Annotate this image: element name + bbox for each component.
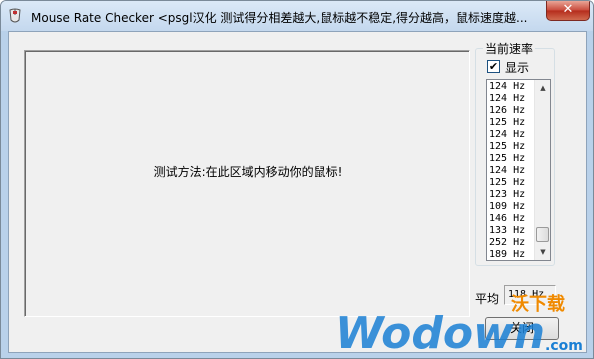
rate-list-item[interactable]: 124 Hz [489, 129, 535, 141]
rate-list-item[interactable]: 125 Hz [489, 117, 535, 129]
rate-list-item[interactable]: 189 Hz [489, 249, 535, 260]
test-instruction: 测试方法:在此区域内移动你的鼠标! [153, 165, 343, 179]
rate-list-item[interactable]: 124 Hz [489, 93, 535, 105]
rate-list-item[interactable]: 123 Hz [489, 189, 535, 201]
rate-list-item[interactable]: 252 Hz [489, 237, 535, 249]
show-checkbox[interactable]: ✔ [487, 60, 500, 73]
show-checkbox-label[interactable]: 显示 [505, 59, 529, 76]
rate-list-item[interactable]: 125 Hz [489, 177, 535, 189]
title-bar[interactable]: Mouse Rate Checker <psgl汉化 测试得分相差越大,鼠标越不… [1, 1, 593, 31]
rate-list-item[interactable]: 126 Hz [489, 105, 535, 117]
rate-list-scrollbar[interactable]: ▲ ▼ [534, 80, 550, 260]
rate-group-label: 当前速率 [483, 42, 536, 56]
watermark-suffix: .com [545, 338, 583, 354]
rate-list-item[interactable]: 109 Hz [489, 201, 535, 213]
scroll-thumb[interactable] [536, 227, 549, 242]
window-close-button[interactable]: ✕ [546, 1, 590, 21]
app-window: Mouse Rate Checker <psgl汉化 测试得分相差越大,鼠标越不… [0, 0, 594, 359]
watermark-brand: Wodown [335, 308, 545, 356]
rate-list-item[interactable]: 133 Hz [489, 225, 535, 237]
rate-list-items: 124 Hz 124 Hz 126 Hz 125 Hz 124 Hz 125 Hz 125 … [489, 81, 535, 260]
scroll-up-icon[interactable]: ▲ [535, 80, 550, 96]
rate-list-item[interactable]: 146 Hz [489, 213, 535, 225]
rate-list-item[interactable]: 124 Hz [489, 81, 535, 93]
rate-list-item[interactable]: 124 Hz [489, 165, 535, 177]
mouse-test-area[interactable]: 测试方法:在此区域内移动你的鼠标! [24, 50, 470, 317]
rate-list-item[interactable]: 125 Hz [489, 141, 535, 153]
scroll-down-icon[interactable]: ▼ [535, 244, 550, 260]
wodown-watermark: 沃下载 Wodown .com [335, 293, 583, 356]
mouse-icon [9, 8, 21, 23]
window-title: Mouse Rate Checker <psgl汉化 测试得分相差越大,鼠标越不… [31, 11, 528, 25]
rate-list-item[interactable]: 125 Hz [489, 153, 535, 165]
rate-listbox[interactable]: 124 Hz 124 Hz 126 Hz 125 Hz 124 Hz 125 Hz 125 … [486, 79, 551, 261]
